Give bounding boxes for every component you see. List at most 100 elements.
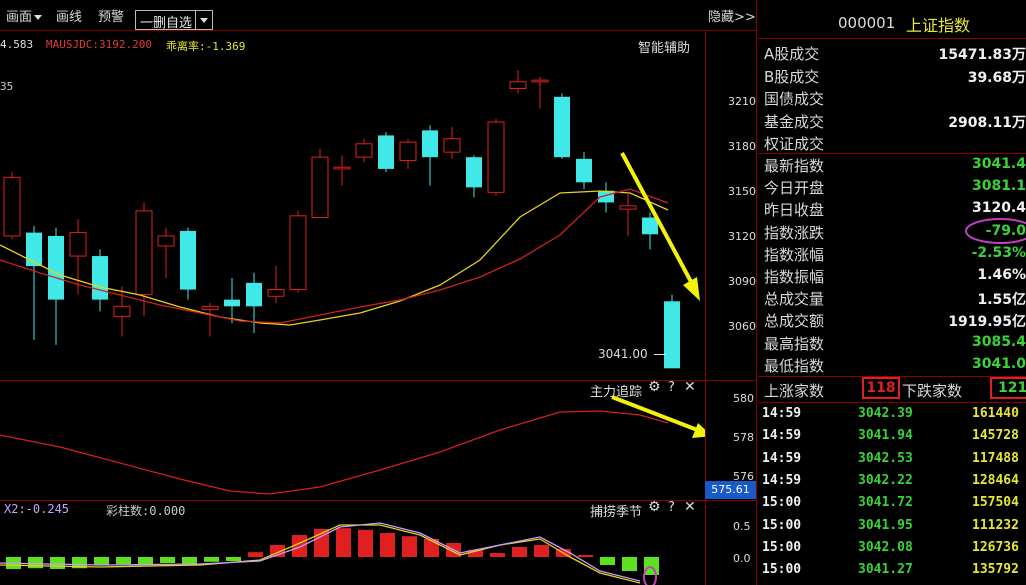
volume-row-value: 39.68万 [967, 69, 1026, 86]
index-row-value: 3041.0 [971, 355, 1026, 372]
season-bar-negative [182, 557, 197, 565]
ma-indicator-label: MAUSJDC:3192.200 [46, 38, 152, 51]
index-row-label: 最低指数 [764, 356, 825, 375]
axis-tick: 3090 [728, 275, 756, 288]
trade-time: 15:00 [762, 539, 802, 555]
sub1-divider [0, 380, 756, 381]
candle-up [333, 166, 351, 170]
volume-row-value: 2908.11万 [948, 114, 1026, 131]
index-code: 000001 [838, 14, 896, 32]
trade-price: 3041.72 [858, 495, 913, 511]
season-chart [0, 522, 659, 585]
index-row-label: 指数振幅 [764, 268, 825, 286]
trade-volume: 117488 [972, 450, 1019, 466]
season-bar-negative [204, 557, 219, 562]
index-row-label: 今日开盘 [764, 179, 825, 198]
candle-up [3, 176, 21, 237]
axis-tick: 3180 [728, 140, 756, 153]
volume-row-label: 权证成交 [764, 135, 825, 153]
trade-volume: 126736 [972, 539, 1019, 555]
candle-down [92, 256, 108, 300]
annotation-arrowhead-main [683, 277, 700, 301]
trade-price: 3041.27 [858, 562, 913, 578]
chevron-down-icon[interactable] [195, 11, 212, 29]
last-price-pointer [654, 354, 666, 355]
season-bar-positive [358, 529, 373, 557]
season-bar-positive [248, 552, 263, 557]
season-bar-negative [622, 557, 637, 571]
trade-time: 15:00 [762, 562, 802, 578]
candle-up [443, 138, 461, 153]
close-icon[interactable]: ✕ [684, 379, 696, 395]
candle-up [487, 121, 505, 193]
index-row-label: 昨日收盘 [764, 201, 825, 220]
candle-down [26, 232, 42, 267]
toolbar-screen-menu[interactable]: 画面 [6, 6, 42, 25]
candle-up [113, 305, 131, 317]
annotation-circle-change [965, 218, 1026, 244]
main-force-chart [0, 395, 705, 495]
help-icon[interactable]: ? [668, 380, 675, 395]
candle-up [201, 305, 219, 311]
season-bar-negative [28, 557, 43, 569]
season-bar-positive [512, 547, 527, 557]
volume-row-label: B股成交 [764, 67, 820, 86]
candle-up [157, 235, 175, 247]
watchlist-select[interactable]: 一删自选 [135, 10, 213, 31]
last-price-label: 3041.00 [598, 347, 648, 361]
index-row-value: 3041.4 [971, 156, 1026, 172]
trade-time: 15:00 [762, 517, 802, 533]
season-bar-negative [138, 557, 153, 565]
index-row-value: 1.46% [977, 267, 1026, 283]
index-row-label: 最新指数 [764, 157, 825, 175]
trade-time: 14:59 [762, 450, 802, 466]
season-bar-positive [336, 528, 351, 557]
sub1-axis-tick: 578 [733, 431, 754, 444]
season-bar-negative [50, 557, 65, 569]
season-bar-positive [578, 555, 593, 557]
close-icon[interactable]: ✕ [684, 499, 696, 515]
panel-divider [758, 153, 1026, 154]
trade-volume: 128464 [972, 472, 1019, 488]
season-bar-positive [402, 536, 417, 557]
panel-divider [758, 402, 1026, 403]
candle-up [399, 141, 417, 162]
hide-panel-button[interactable]: 隐藏>> [708, 6, 756, 25]
help-icon[interactable]: ? [668, 500, 675, 515]
index-row-value: 1919.95亿 [948, 314, 1026, 331]
index-row-value: 3120.4 [971, 200, 1026, 217]
trade-time: 15:00 [762, 495, 802, 511]
watchlist-select-label: 一删自选 [140, 16, 193, 31]
candle-up [267, 289, 285, 297]
candle-up [619, 205, 637, 210]
annotation-arrow-main [620, 152, 698, 292]
volume-row-value: 15471.83万 [938, 47, 1026, 63]
trade-volume: 145728 [972, 428, 1019, 444]
sub2-axis-tick: 0.5 [733, 520, 751, 533]
index-row-value: -2.53% [971, 244, 1026, 261]
axis-tick: 3210 [728, 95, 756, 108]
season-bar-negative [600, 557, 615, 565]
toolbar-draw-line[interactable]: 画线 [56, 6, 82, 25]
season-bar-positive [534, 545, 549, 557]
candle-up [355, 143, 373, 158]
panel-separator [756, 0, 757, 585]
index-row-value: 3081.1 [971, 178, 1026, 195]
smart-assist-button[interactable]: 智能辅助 [638, 37, 690, 56]
season-bar-negative [644, 557, 659, 575]
gear-icon[interactable]: ⚙ [648, 379, 661, 395]
candle-up [135, 210, 153, 296]
trade-volume: 135792 [972, 562, 1019, 578]
candle-down [422, 130, 438, 158]
volume-row-label: A股成交 [764, 45, 820, 63]
candle-down [466, 157, 482, 188]
candle-up [509, 81, 527, 89]
candle-down [642, 217, 658, 235]
index-name: 上证指数 [906, 16, 971, 35]
candle-down [554, 96, 570, 158]
toolbar-alert[interactable]: 预警 [98, 6, 124, 25]
panel-divider [758, 38, 1026, 39]
up-count-value: 118 [862, 377, 900, 399]
trade-price: 3042.39 [858, 406, 913, 421]
gear-icon[interactable]: ⚙ [648, 499, 661, 515]
